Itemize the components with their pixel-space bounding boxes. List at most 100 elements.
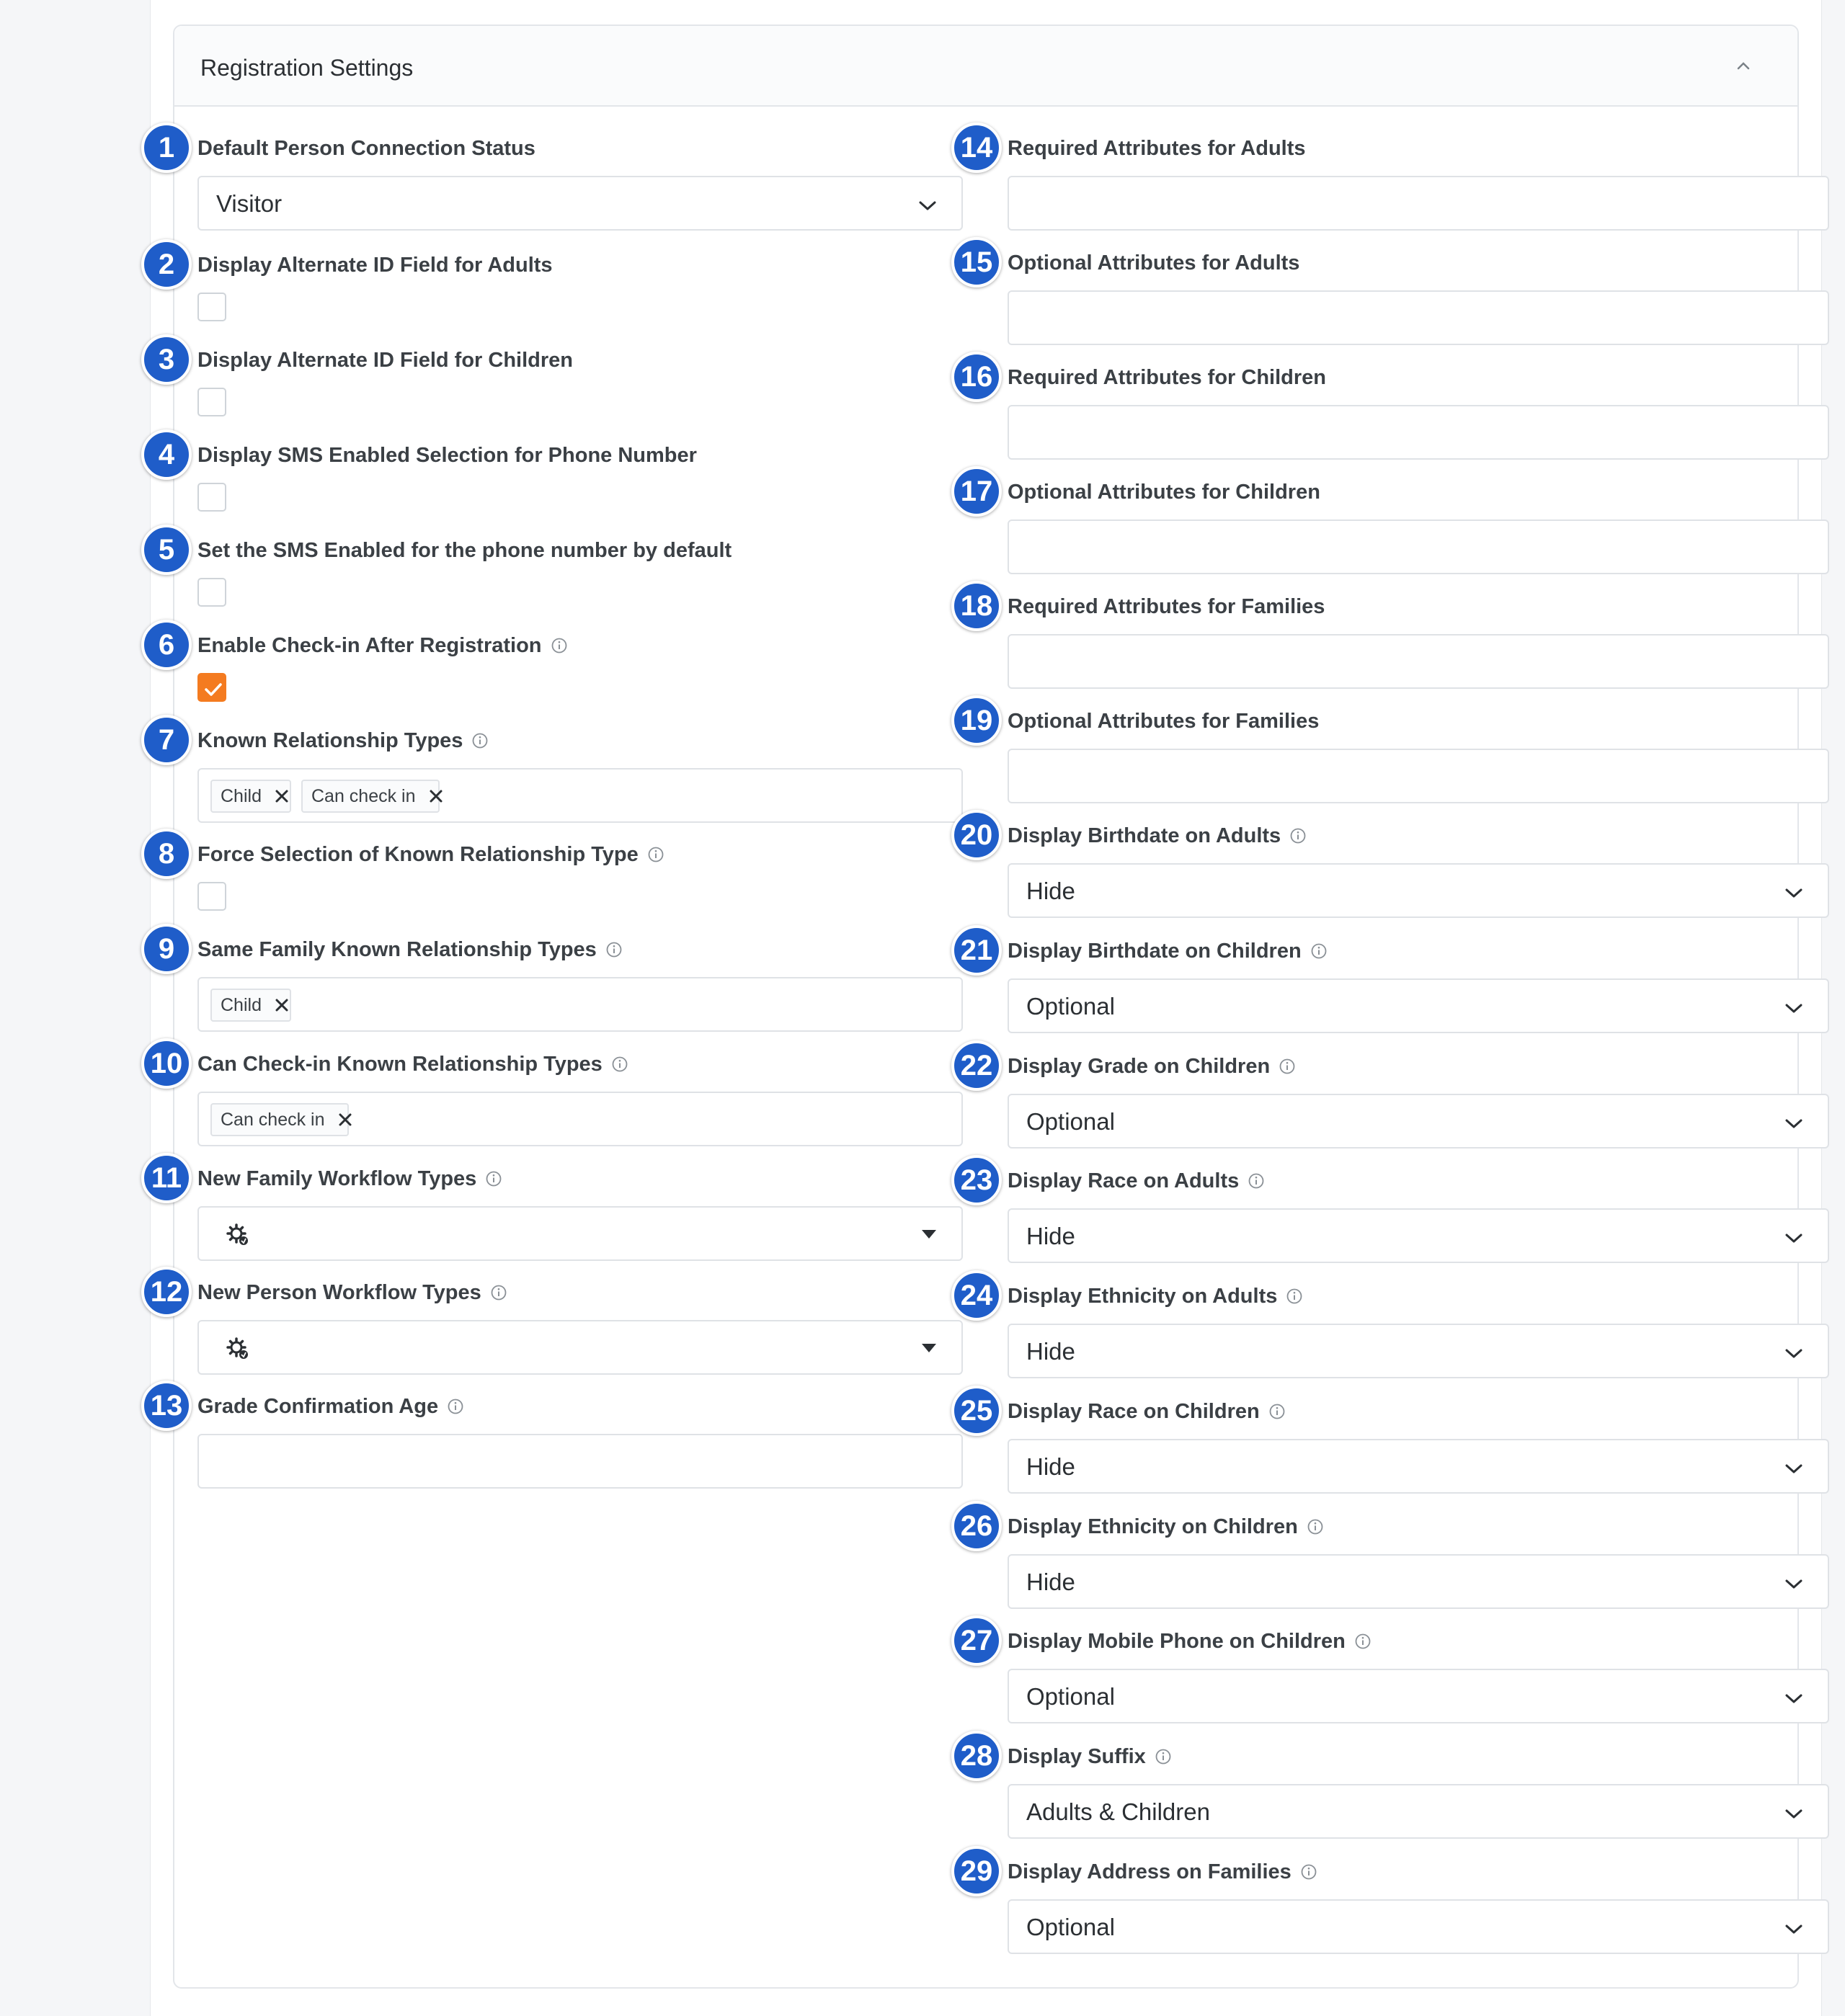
field-label: New Person Workflow Types	[197, 1278, 507, 1307]
field-label-text: Display Grade on Children	[1008, 1055, 1271, 1078]
chevron-down-icon[interactable]	[1783, 1342, 1805, 1364]
field-label: Default Person Connection Status	[197, 134, 535, 163]
chevron-down-icon[interactable]	[1783, 1918, 1805, 1940]
step-number-badge: 13	[141, 1381, 192, 1431]
display-ethnicity-on-adults-select[interactable]: Hide	[1008, 1324, 1829, 1378]
info-icon[interactable]	[447, 1398, 464, 1415]
info-icon[interactable]	[490, 1284, 507, 1301]
chevron-down-icon[interactable]	[1783, 1803, 1805, 1824]
display-address-on-families-select[interactable]: Optional	[1008, 1899, 1829, 1954]
field-label-text: Display Alternate ID Field for Children	[197, 349, 574, 372]
optional-attributes-for-families-input[interactable]	[1008, 749, 1829, 803]
info-icon[interactable]	[1310, 942, 1328, 960]
display-suffix-select[interactable]: Adults & Children	[1008, 1784, 1829, 1839]
field-display-race-on-adults: 23 Display Race on Adults Hide	[951, 1155, 1829, 1267]
default-person-connection-status-select[interactable]: Visitor	[197, 176, 963, 231]
select-value: Optional	[1026, 1108, 1115, 1135]
field-label-text: Set the SMS Enabled for the phone number…	[197, 539, 732, 562]
info-icon[interactable]	[471, 732, 489, 749]
field-display-sms-enabled-selection-for-phone-number: 4 Display SMS Enabled Selection for Phone…	[141, 429, 963, 542]
display-grade-on-children-select[interactable]: Optional	[1008, 1094, 1829, 1149]
display-sms-enabled-selection-for-phone-number-checkbox[interactable]	[197, 483, 226, 512]
info-icon[interactable]	[1289, 827, 1307, 844]
optional-attributes-for-children-input[interactable]	[1008, 519, 1829, 574]
known-relationship-types-tag-picker[interactable]: Child Can check in	[197, 768, 963, 823]
step-number-badge: 23	[951, 1155, 1002, 1205]
field-label-text: Display Birthdate on Children	[1008, 940, 1302, 963]
required-attributes-for-families-input[interactable]	[1008, 634, 1829, 689]
chevron-down-icon[interactable]	[917, 195, 938, 216]
info-icon[interactable]	[1268, 1403, 1286, 1420]
info-icon[interactable]	[1286, 1288, 1303, 1305]
info-icon[interactable]	[1300, 1863, 1317, 1881]
step-number-badge: 25	[951, 1386, 1002, 1436]
display-ethnicity-on-children-select[interactable]: Hide	[1008, 1554, 1829, 1609]
new-family-workflow-types-workflow-picker[interactable]	[197, 1206, 963, 1261]
field-label: Can Check-in Known Relationship Types	[197, 1050, 628, 1079]
optional-attributes-for-adults-input[interactable]	[1008, 290, 1829, 345]
field-label-text: Display Race on Adults	[1008, 1169, 1240, 1192]
info-icon[interactable]	[1279, 1058, 1296, 1075]
chevron-down-icon[interactable]	[1783, 1458, 1805, 1479]
enable-check-in-after-registration-checkbox[interactable]	[197, 673, 226, 702]
info-icon[interactable]	[1354, 1633, 1371, 1650]
display-mobile-phone-on-children-select[interactable]: Optional	[1008, 1669, 1829, 1723]
chevron-down-icon[interactable]	[1783, 1573, 1805, 1594]
required-attributes-for-adults-input[interactable]	[1008, 176, 1829, 231]
step-number-badge: 17	[951, 466, 1002, 517]
step-number-badge: 21	[951, 925, 1002, 976]
info-icon[interactable]	[647, 846, 664, 863]
field-label-text: Display Ethnicity on Children	[1008, 1515, 1298, 1538]
grade-confirmation-age-input[interactable]	[197, 1434, 963, 1489]
field-label: Same Family Known Relationship Types	[197, 935, 623, 964]
collapse-chevron-up-icon[interactable]	[1733, 55, 1754, 76]
new-person-workflow-types-workflow-picker[interactable]	[197, 1320, 963, 1375]
field-label-text: Required Attributes for Children	[1008, 366, 1326, 389]
can-check-in-known-relationship-types-tag-picker[interactable]: Can check in	[197, 1092, 963, 1146]
display-race-on-children-select[interactable]: Hide	[1008, 1439, 1829, 1494]
display-alternate-id-field-for-children-checkbox[interactable]	[197, 388, 226, 416]
display-birthdate-on-adults-select[interactable]: Hide	[1008, 863, 1829, 918]
chevron-down-icon[interactable]	[1783, 882, 1805, 904]
chevron-down-icon[interactable]	[1783, 997, 1805, 1019]
field-label: Required Attributes for Families	[1008, 592, 1325, 621]
relationship-tag: Can check in	[301, 780, 443, 813]
chevron-down-icon[interactable]	[1783, 1112, 1805, 1134]
field-label-text: Display SMS Enabled Selection for Phone …	[197, 444, 697, 467]
remove-tag-x-icon[interactable]	[429, 789, 443, 803]
remove-tag-x-icon[interactable]	[275, 998, 289, 1012]
step-number-badge: 1	[141, 122, 192, 173]
force-selection-of-known-relationship-type-checkbox[interactable]	[197, 882, 226, 911]
field-label-text: Force Selection of Known Relationship Ty…	[197, 843, 639, 866]
chevron-down-icon[interactable]	[1783, 1227, 1805, 1249]
display-alternate-id-field-for-adults-checkbox[interactable]	[197, 293, 226, 321]
remove-tag-x-icon[interactable]	[338, 1112, 352, 1127]
caret-down-icon[interactable]	[921, 1343, 937, 1353]
remove-tag-x-icon[interactable]	[275, 789, 289, 803]
field-label: Required Attributes for Adults	[1008, 134, 1306, 163]
step-number-badge: 7	[141, 715, 192, 765]
info-icon[interactable]	[1307, 1518, 1324, 1535]
field-label-text: Optional Attributes for Children	[1008, 481, 1320, 504]
step-number-badge: 4	[141, 429, 192, 480]
info-icon[interactable]	[605, 941, 623, 958]
info-icon[interactable]	[1248, 1172, 1265, 1190]
info-icon[interactable]	[1155, 1748, 1172, 1765]
field-required-attributes-for-adults: 14 Required Attributes for Adults	[951, 122, 1829, 235]
field-label: Optional Attributes for Families	[1008, 707, 1319, 736]
display-birthdate-on-children-select[interactable]: Optional	[1008, 978, 1829, 1033]
same-family-known-relationship-types-tag-picker[interactable]: Child	[197, 977, 963, 1032]
field-display-alternate-id-field-for-children: 3 Display Alternate ID Field for Children	[141, 334, 963, 447]
required-attributes-for-children-input[interactable]	[1008, 405, 1829, 460]
info-icon[interactable]	[611, 1056, 628, 1073]
display-race-on-adults-select[interactable]: Hide	[1008, 1208, 1829, 1263]
panel-header[interactable]: Registration Settings	[174, 26, 1797, 107]
info-icon[interactable]	[551, 637, 568, 654]
set-the-sms-enabled-for-the-phone-number-by-default-checkbox[interactable]	[197, 578, 226, 607]
caret-down-icon[interactable]	[921, 1229, 937, 1239]
chevron-down-icon[interactable]	[1783, 1687, 1805, 1709]
field-enable-check-in-after-registration: 6 Enable Check-in After Registration	[141, 620, 963, 732]
info-icon[interactable]	[485, 1170, 502, 1187]
step-number-badge: 28	[951, 1731, 1002, 1781]
step-number-badge: 27	[951, 1615, 1002, 1666]
